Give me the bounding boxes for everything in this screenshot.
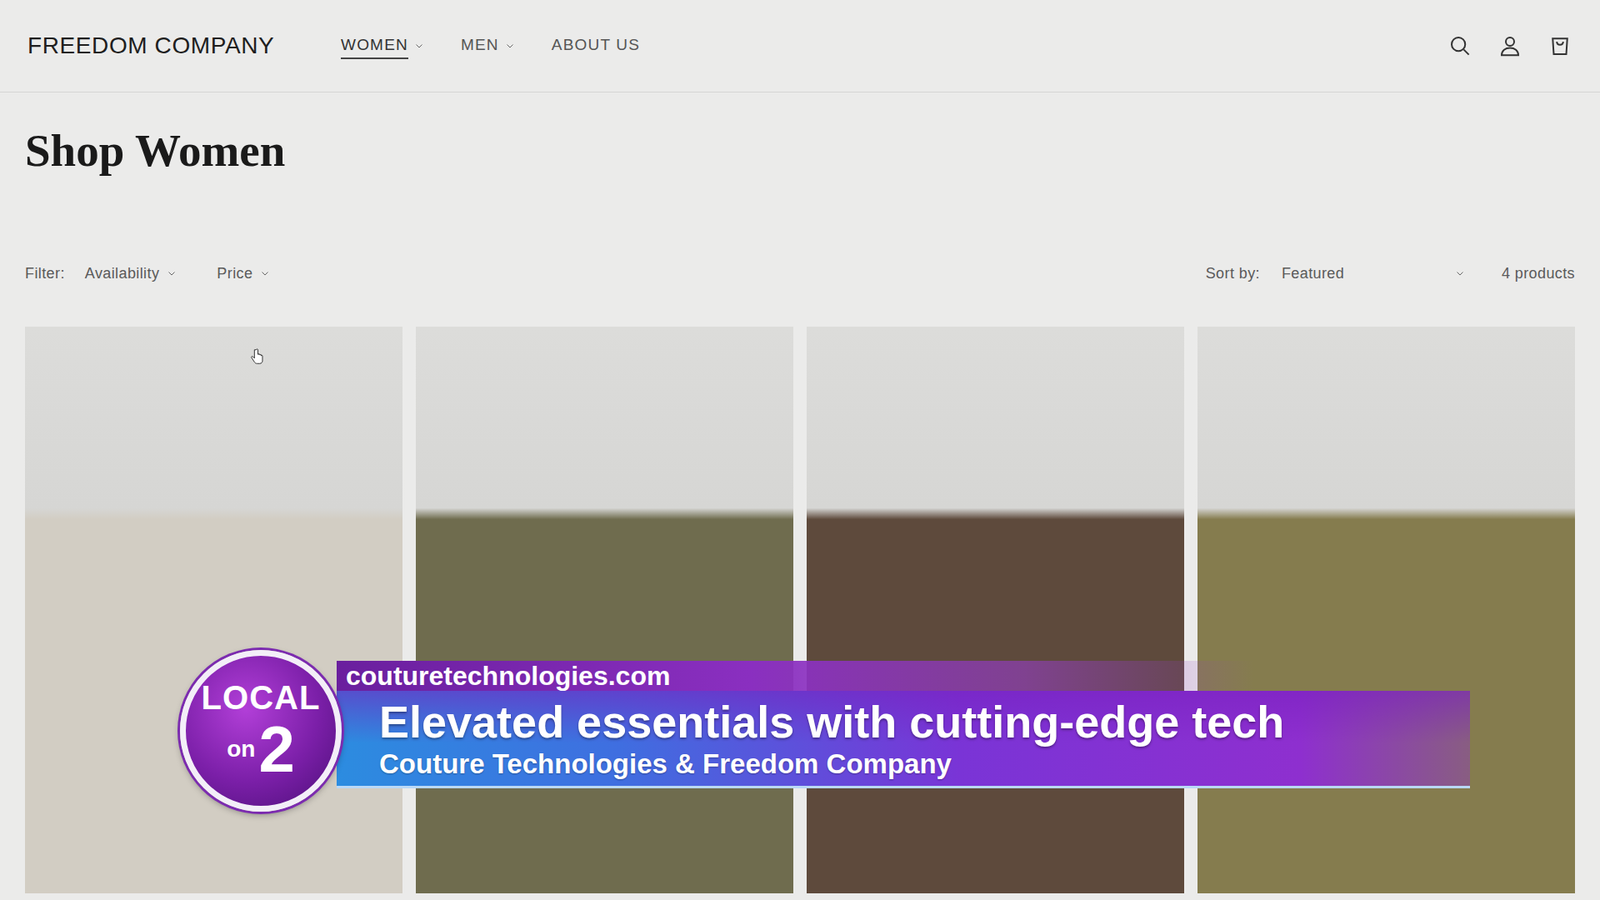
product-photo[interactable] (25, 326, 403, 894)
nav-label[interactable]: ABOUT US (551, 32, 640, 60)
url-strip: couturetechnologies.com (336, 660, 1254, 691)
headline: Elevated essentials with cutting-edge te… (379, 695, 1470, 748)
subhead: Couture Technologies & Freedom Company (379, 747, 1470, 781)
chevron-down-icon (166, 268, 177, 279)
hand-cursor-icon (248, 345, 267, 368)
product-count: 4 products (1501, 265, 1575, 283)
badge-on: on (226, 735, 255, 763)
chevron-down-icon (1455, 268, 1465, 279)
filter-toolbar: Filter: Availability Price Sort by: Featured… (25, 256, 1575, 290)
product-photo[interactable] (1197, 326, 1575, 894)
site-header: FREEDOM COMPANYWOMEN MEN ABOUT US (0, 0, 1600, 93)
sort-control: Sort by: Featured 4 products (1205, 265, 1575, 283)
store-logo[interactable]: FREEDOM COMPANY (27, 32, 341, 60)
cart-icon[interactable] (1547, 33, 1573, 59)
nav-item[interactable]: MEN (460, 32, 515, 60)
filter-name[interactable]: Availability (85, 265, 160, 283)
nav-label[interactable]: MEN (460, 32, 500, 60)
badge-local: LOCAL (201, 679, 321, 716)
product-photo[interactable] (415, 326, 794, 894)
main-nav: WOMEN MEN ABOUT US (340, 32, 640, 60)
nav-item[interactable]: WOMEN (340, 32, 425, 60)
filter-name[interactable]: Price (216, 265, 253, 283)
channel-badge: LOCALon2 (180, 650, 342, 812)
chevron-down-icon (505, 40, 515, 51)
badge-number: 2 (258, 715, 295, 783)
filter-dropdown[interactable]: Price (216, 265, 270, 283)
account-icon[interactable] (1497, 33, 1523, 59)
filter-dropdown[interactable]: Availability (85, 265, 178, 283)
sort-label: Sort by: (1205, 265, 1260, 283)
badge-row: on2 (226, 715, 295, 783)
page-title: Shop Women (25, 123, 1600, 179)
chevron-down-icon (260, 268, 270, 279)
headline-bar: Elevated essentials with cutting-edge te… (336, 690, 1470, 789)
tv-lower-third: couturetechnologies.com Elevated essentia… (0, 0, 1600, 900)
nav-label[interactable]: WOMEN (340, 32, 409, 60)
product-photo[interactable] (806, 326, 1185, 894)
sort-dropdown[interactable]: Featured (1281, 265, 1465, 283)
chevron-down-icon (414, 40, 425, 51)
filter-label: Filter: (25, 265, 65, 283)
product-grid (25, 326, 1575, 894)
sort-value[interactable]: Featured (1281, 265, 1345, 283)
nav-item[interactable]: ABOUT US (551, 32, 640, 60)
search-icon[interactable] (1447, 33, 1473, 59)
header-icons (1447, 33, 1573, 59)
